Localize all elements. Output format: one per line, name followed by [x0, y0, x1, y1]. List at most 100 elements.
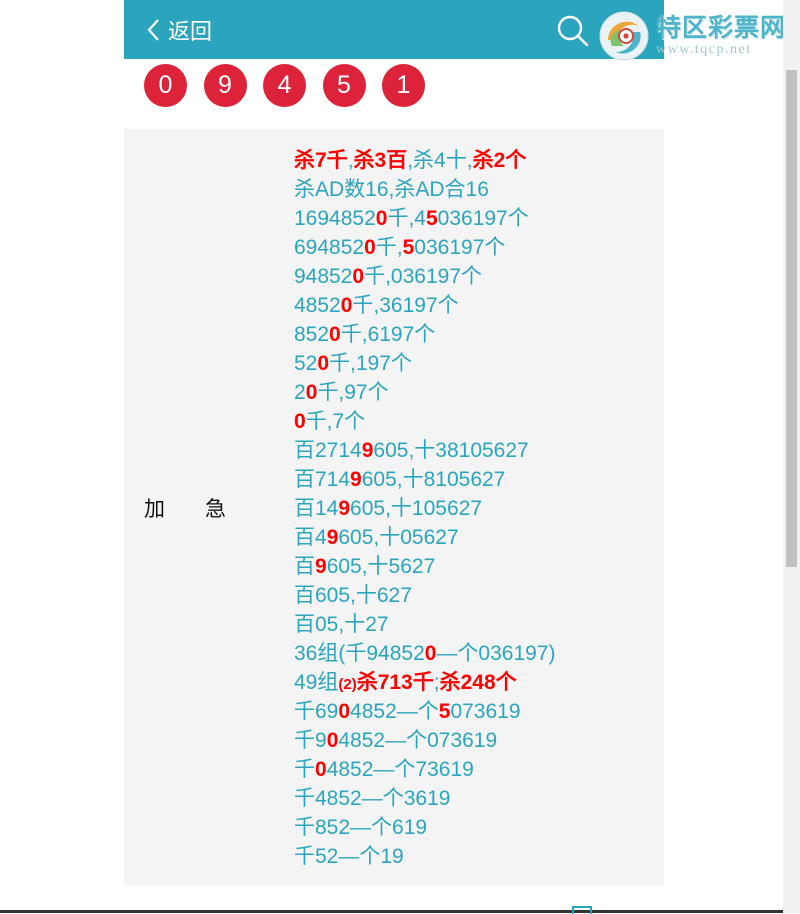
- prediction-line: 36组(千948520—个036197): [294, 639, 556, 668]
- prediction-panel: 加急 杀7千,杀3百,杀4十,杀2个 杀AD数16,杀AD合16 16948520千…: [124, 129, 664, 886]
- line-text: 千4852—个3619: [294, 787, 451, 810]
- line-text: 605,十38105627: [373, 439, 529, 462]
- line-text: 4852—个: [350, 700, 439, 723]
- vertical-scrollbar[interactable]: [783, 0, 800, 913]
- line-text: 852: [294, 323, 330, 346]
- site-logo-watermark: 特区彩票网 www.tqcp.net: [598, 6, 796, 66]
- back-label: 返回: [168, 20, 213, 45]
- highlight-text: 0: [375, 207, 388, 230]
- line-text: 百4: [294, 526, 327, 549]
- line-text: 1694852: [294, 207, 376, 230]
- highlight-text: 0: [338, 700, 351, 723]
- line-text: 千,7个: [305, 410, 366, 433]
- highlight-text: 5: [438, 700, 451, 723]
- highlight-text: 杀248个: [439, 671, 517, 694]
- highlight-text: 0: [340, 294, 353, 317]
- highlight-text: 0: [329, 323, 341, 346]
- line-text: 4852—个73619: [326, 758, 474, 781]
- line-text: 千52—个19: [294, 845, 404, 868]
- highlight-text: 0: [317, 352, 330, 375]
- prediction-line: 6948520千,5036197个: [294, 233, 556, 262]
- prediction-line: 948520千,036197个: [294, 262, 556, 291]
- prediction-line: 百27149605,十38105627: [294, 436, 556, 465]
- line-text: 千,97个: [317, 381, 389, 404]
- result-ball: 1: [382, 64, 425, 107]
- result-ball: 0: [144, 64, 187, 107]
- line-text: 千,036197个: [364, 265, 483, 288]
- prediction-line: 20千,97个: [294, 378, 556, 407]
- highlight-text: 杀3百: [353, 149, 408, 172]
- line-text: 千,36197个: [352, 294, 459, 317]
- line-text: 605,十8105627: [361, 468, 506, 491]
- line-text: ,杀4十,: [407, 149, 473, 172]
- line-text: 36组(千94852: [294, 642, 425, 665]
- prediction-line: 百9605,十5627: [294, 552, 556, 581]
- highlight-text: 9: [361, 439, 374, 462]
- line-text: 千9: [294, 729, 327, 752]
- prediction-line: 百05,十27: [294, 610, 556, 639]
- line-text: —个036197): [436, 642, 556, 665]
- prediction-line: 百49605,十05627: [294, 523, 556, 552]
- line-text: 4852: [294, 294, 341, 317]
- line-text: 千,4: [387, 207, 426, 230]
- prediction-line: 千852—个619: [294, 813, 556, 842]
- back-button[interactable]: 返回: [146, 14, 212, 46]
- top-header-bar: 返回: [124, 0, 664, 59]
- line-text: 百714: [294, 468, 351, 491]
- line-text: 千69: [294, 700, 339, 723]
- line-text: 49组: [294, 671, 339, 694]
- result-ball: 9: [203, 64, 247, 107]
- line-text: 百605,十627: [294, 584, 412, 607]
- highlight-text: 0: [364, 236, 376, 259]
- line-text: 036197个: [437, 207, 529, 230]
- chevron-left-icon: [147, 19, 159, 41]
- line-text: 605,十105627: [350, 497, 482, 520]
- highlight-text: 9: [326, 526, 339, 549]
- logo-text: 特区彩票网 www.tqcp.net: [656, 15, 786, 57]
- prediction-line: 杀7千,杀3百,杀4十,杀2个: [294, 146, 556, 175]
- result-ball: 4: [263, 64, 306, 107]
- line-text: 073619: [450, 700, 521, 723]
- search-button[interactable]: [556, 14, 590, 48]
- highlight-text: 杀713千: [356, 671, 434, 694]
- prediction-line: 8520千,6197个: [294, 320, 556, 349]
- prediction-line: 千52—个19: [294, 842, 556, 871]
- prediction-line: 百149605,十105627: [294, 494, 556, 523]
- line-text: 千,6197个: [340, 323, 436, 346]
- prediction-line: 千6904852—个5073619: [294, 697, 556, 726]
- line-text: 94852: [294, 265, 353, 288]
- logo-swirl-icon: [599, 11, 649, 61]
- highlight-text: 9: [350, 468, 362, 491]
- highlight-text: 9: [338, 497, 351, 520]
- scrollbar-thumb[interactable]: [786, 70, 797, 567]
- highlight-text: 9: [315, 555, 327, 578]
- line-text: 百14: [294, 497, 339, 520]
- line-text: 百: [294, 555, 315, 578]
- highlight-text: 0: [305, 381, 318, 404]
- line-text: 千: [294, 758, 315, 781]
- prediction-lines: 杀7千,杀3百,杀4十,杀2个 杀AD数16,杀AD合16 16948520千,45…: [294, 146, 556, 871]
- line-text: 52: [294, 352, 318, 375]
- search-icon: [557, 15, 589, 47]
- line-text: 036197个: [414, 236, 506, 259]
- line-text: 千852—个619: [294, 816, 428, 839]
- result-ball: 5: [322, 64, 366, 107]
- line-text: 4852—个073619: [338, 729, 498, 752]
- prediction-line: 百605,十627: [294, 581, 556, 610]
- panel-label: 加急: [144, 493, 226, 523]
- line-text: 694852: [294, 236, 365, 259]
- line-text: 百05,十27: [294, 613, 389, 636]
- highlight-text: (2): [338, 676, 357, 693]
- line-text: 605,十05627: [338, 526, 459, 549]
- prediction-line: 49组(2)杀713千;杀248个: [294, 668, 556, 697]
- prediction-line: 16948520千,45036197个: [294, 204, 556, 233]
- highlight-text: 杀7千: [294, 149, 348, 172]
- line-text: 百2714: [294, 439, 362, 462]
- highlight-text: 0: [326, 729, 339, 752]
- line-text: 千,197个: [329, 352, 412, 375]
- prediction-line: 48520千,36197个: [294, 291, 556, 320]
- prediction-line: 千4852—个3619: [294, 784, 556, 813]
- highlight-text: 5: [425, 207, 438, 230]
- prediction-line: 千04852—个73619: [294, 755, 556, 784]
- panel-label-left: 加: [144, 498, 165, 521]
